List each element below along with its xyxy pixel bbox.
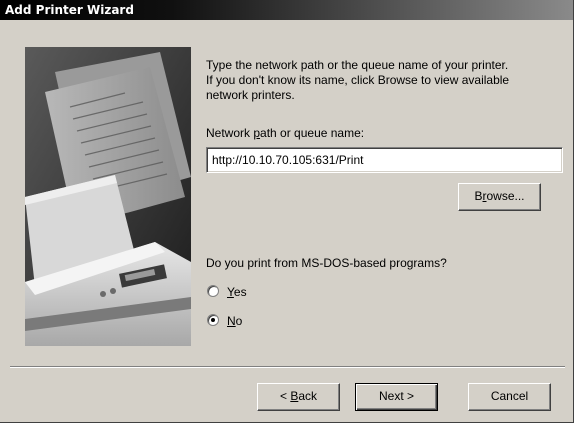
back-button[interactable]: < Back — [257, 383, 340, 411]
footer-separator — [10, 366, 565, 368]
instructions-text: Type the network path or the queue name … — [206, 58, 566, 103]
browse-button-label: Browse... — [474, 189, 525, 203]
radio-yes-label[interactable]: Yes — [227, 285, 247, 299]
instruction-line: Type the network path or the queue name … — [206, 58, 509, 72]
network-path-input[interactable]: http://10.10.70.105:631/Print — [206, 147, 563, 173]
label-part: Network — [206, 126, 254, 140]
cancel-button-label: Cancel — [490, 389, 529, 403]
radio-selected-dot — [211, 318, 215, 322]
printer-illustration — [25, 47, 191, 346]
radio-no-label[interactable]: No — [227, 314, 242, 328]
next-button-label: Next > — [378, 389, 414, 403]
cancel-button[interactable]: Cancel — [468, 383, 551, 411]
network-path-value: http://10.10.70.105:631/Print — [212, 153, 364, 167]
window-title: Add Printer Wizard — [5, 3, 134, 17]
radio-yes[interactable] — [207, 285, 219, 297]
title-bar[interactable]: Add Printer Wizard — [0, 0, 573, 20]
label-part: ath or queue name: — [260, 126, 365, 140]
back-button-label: < Back — [279, 389, 318, 403]
instruction-line: network printers. — [206, 88, 295, 102]
msdos-question: Do you print from MS-DOS-based programs? — [206, 256, 447, 270]
add-printer-wizard-window: Add Printer Wizard Type the network path… — [0, 0, 574, 423]
instruction-line: If you don't know its name, click Browse… — [206, 73, 510, 87]
next-button[interactable]: Next > — [355, 383, 438, 411]
radio-no[interactable] — [207, 314, 219, 326]
browse-button[interactable]: Browse... — [458, 183, 541, 211]
network-path-label: Network path or queue name: — [206, 126, 364, 140]
